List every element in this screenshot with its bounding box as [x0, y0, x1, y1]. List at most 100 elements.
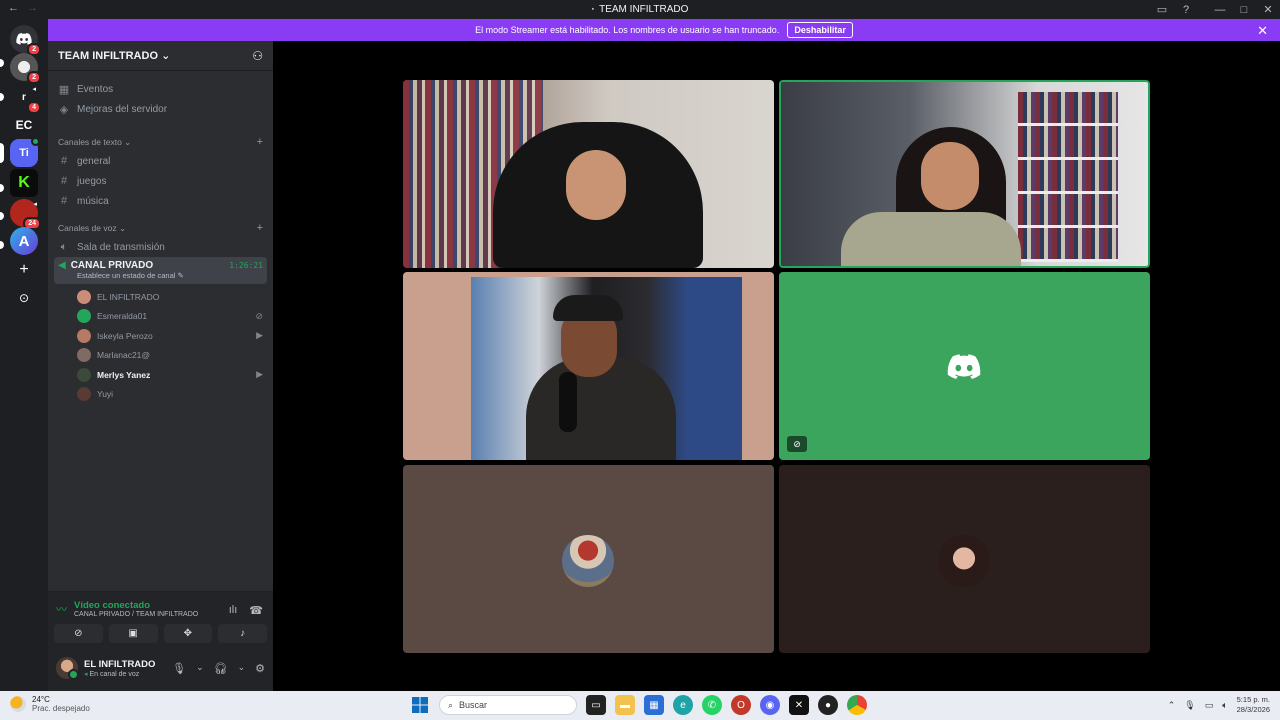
voice-member[interactable]: Marlanac21@	[48, 346, 273, 366]
soundboard-button[interactable]: ♪	[218, 624, 267, 643]
chevron-down-icon[interactable]: ⌄	[238, 662, 246, 675]
close-window-icon[interactable]: ✕	[1256, 3, 1280, 16]
chevron-up-icon[interactable]: ⌃	[1168, 700, 1176, 711]
task-view-icon[interactable]: ▭	[586, 695, 606, 715]
channel-juegos[interactable]: # juegos	[48, 171, 273, 191]
avatar	[77, 309, 91, 324]
channel-status-hint[interactable]: Establece un estado de canal ✎	[77, 271, 263, 280]
search-icon: ⌕	[448, 699, 454, 710]
unread-pill	[0, 241, 4, 249]
gear-icon[interactable]: ⚙	[255, 662, 265, 675]
channel-musica[interactable]: # música	[48, 191, 273, 211]
avatar[interactable]	[56, 657, 79, 680]
clock[interactable]: 5:15 p. m. 28/3/2026	[1237, 695, 1270, 715]
avatar	[938, 535, 990, 587]
avatar	[562, 535, 614, 587]
pencil-icon: ✎	[177, 271, 184, 280]
voice-member[interactable]: Yuyi	[48, 385, 273, 405]
boost-icon: ◈	[59, 103, 69, 116]
add-channel-icon[interactable]: +	[257, 222, 263, 234]
events-item[interactable]: ▦ Eventos	[48, 79, 273, 99]
rtc-status-text[interactable]: Vídeo conectado	[74, 600, 198, 611]
server-r[interactable]: r ◂ 4	[10, 83, 41, 114]
activities-button[interactable]: ✥	[163, 624, 213, 643]
avatar	[77, 289, 91, 304]
user-controls: 🎙︎ ⌄ 🎧︎ ⌄ ⚙	[172, 662, 265, 675]
video-tile-4[interactable]: ⊘	[779, 272, 1150, 460]
guild-header[interactable]: TEAM INFILTRADO ⌄ ⚇	[48, 41, 273, 71]
edge-icon[interactable]: e	[673, 695, 693, 715]
member-name: Merlys Yanez	[97, 369, 151, 380]
help-icon[interactable]: ?	[1174, 4, 1198, 16]
video-stage: ⊘	[273, 41, 1280, 691]
voice-member[interactable]: EL INFILTRADO	[48, 287, 273, 307]
chrome-icon[interactable]	[847, 695, 867, 715]
add-server-icon[interactable]: +	[10, 256, 38, 284]
user-status-text: En canal de voz	[89, 670, 140, 678]
volume-icon[interactable]: 🔈︎	[1222, 700, 1227, 711]
avatar	[77, 387, 91, 402]
server-boost-item[interactable]: ◈ Mejoras del servidor	[48, 99, 273, 119]
active-channel-name: CANAL PRIVADO	[70, 260, 154, 271]
disable-streamer-button[interactable]: Deshabilitar	[787, 22, 853, 38]
voice-channel-active[interactable]: ◀︎ CANAL PRIVADO 1:26:21 Establece un est…	[54, 257, 267, 284]
voice-channel-sala[interactable]: 🔈︎ Sala de transmisión	[48, 237, 273, 257]
taskbar-center: ⌕ Buscar ▭ ▬ ▦ e ✆ O ◉ ✕ ●	[410, 695, 867, 715]
back-arrow-icon[interactable]: ←	[8, 2, 19, 14]
voice-member[interactable]: Iskeyla Perozo ▶	[48, 326, 273, 346]
user-info[interactable]: EL INFILTRADO ◂ En canal de voz	[84, 659, 155, 678]
video-tile-1[interactable]	[403, 80, 774, 268]
network-icon[interactable]: ▭	[1205, 700, 1214, 711]
discord-taskbar-icon[interactable]: ◉	[760, 695, 780, 715]
inbox-icon[interactable]: ▭	[1150, 3, 1174, 16]
video-tile-5[interactable]	[403, 465, 774, 653]
file-explorer-icon[interactable]: ▬	[615, 695, 635, 715]
server-a[interactable]: A	[10, 227, 38, 255]
maximize-icon[interactable]: □	[1232, 4, 1256, 16]
taskbar-search-input[interactable]: ⌕ Buscar	[439, 695, 577, 715]
whatsapp-icon[interactable]: ✆	[702, 695, 722, 715]
voice-category[interactable]: Canales de voz ⌄ +	[48, 219, 273, 237]
obs-icon[interactable]: ●	[818, 695, 838, 715]
channel-general[interactable]: # general	[48, 151, 273, 171]
video-tile-2[interactable]	[779, 80, 1150, 268]
server-home[interactable]: 2	[10, 25, 41, 56]
server-ti[interactable]: Ti	[10, 137, 40, 167]
server-label: A	[18, 232, 30, 250]
voice-member[interactable]: Esmeralda01 ⊘	[48, 307, 273, 327]
server-avatar[interactable]: 2	[10, 53, 41, 84]
forward-arrow-icon[interactable]: →	[27, 2, 38, 14]
voice-timer: 1:26:21	[229, 261, 263, 270]
windows-start-icon[interactable]	[410, 695, 430, 715]
clock-time: 5:15 p. m.	[1236, 695, 1270, 704]
weather-widget[interactable]: 24°C Prac. despejado	[10, 695, 90, 713]
noise-suppression-icon[interactable]: ılı	[229, 604, 238, 617]
store-icon[interactable]: ▦	[644, 695, 664, 715]
microphone-icon[interactable]: 🎙︎	[1184, 700, 1195, 711]
screen-share-button[interactable]: ▣	[108, 624, 158, 643]
user-panel: EL INFILTRADO ◂ En canal de voz 🎙︎ ⌄ 🎧︎ …	[48, 645, 273, 691]
chevron-down-icon[interactable]: ⌄	[196, 662, 204, 675]
voice-member[interactable]: Merlys Yanez ▶	[48, 365, 273, 385]
minimize-icon[interactable]: —	[1208, 4, 1232, 16]
add-channel-icon[interactable]: +	[257, 136, 263, 148]
streamer-mode-banner: El modo Streamer está habilitado. Los no…	[48, 19, 1280, 41]
server-ec[interactable]: EC	[10, 111, 38, 139]
capcut-icon[interactable]: ✕	[789, 695, 809, 715]
discover-icon[interactable]: ⊙	[10, 284, 38, 312]
server-red[interactable]: ◂ 24	[10, 199, 41, 230]
invite-people-icon[interactable]: ⚇	[252, 49, 263, 63]
disconnect-icon[interactable]: ☎	[249, 604, 263, 617]
headphones-icon[interactable]: 🎧︎	[214, 662, 228, 675]
rtc-icons: ılı ☎	[229, 604, 263, 617]
video-tile-6[interactable]	[779, 465, 1150, 653]
video-tile-3[interactable]	[403, 272, 774, 460]
server-k[interactable]: K	[10, 169, 38, 197]
microphone-icon[interactable]: 🎙︎	[172, 662, 186, 675]
camera-off-button[interactable]: ⊘	[54, 624, 103, 643]
boost-label: Mejoras del servidor	[77, 103, 168, 115]
opera-gx-icon[interactable]: O	[731, 695, 751, 715]
text-category[interactable]: Canales de texto ⌄ +	[48, 133, 273, 151]
close-banner-icon[interactable]: ✕	[1257, 23, 1268, 39]
speaker-icon: 🔈︎	[60, 240, 68, 253]
